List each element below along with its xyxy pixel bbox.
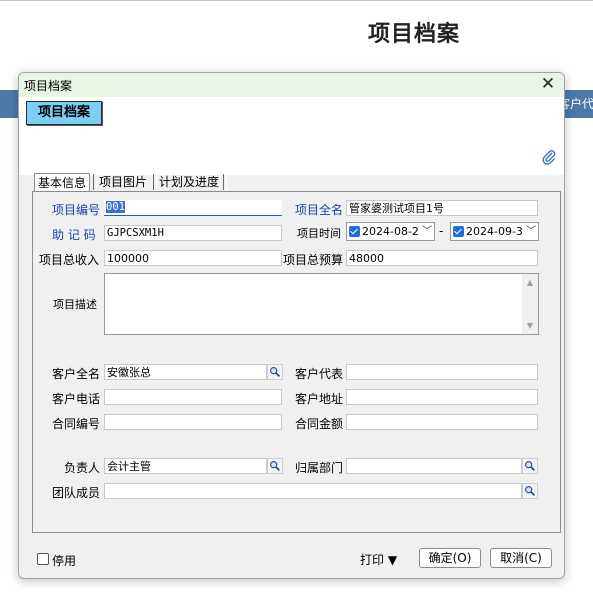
description-label: 项目描述 xyxy=(53,298,97,311)
date-range-separator: - xyxy=(439,224,444,238)
paperclip-icon[interactable] xyxy=(541,149,557,165)
description-scrollbar[interactable]: ▲ ▼ xyxy=(522,274,538,334)
customer-rep-input[interactable] xyxy=(346,364,538,380)
start-date-value: 2024-08-2 xyxy=(362,225,419,238)
magnifier-icon[interactable] xyxy=(267,458,283,474)
customer-phone-label: 客户电话 xyxy=(52,392,101,406)
contract-no-input[interactable] xyxy=(104,414,282,430)
customer-rep-label: 客户代表 xyxy=(295,367,344,381)
scroll-down-arrow-icon[interactable]: ▼ xyxy=(523,321,537,330)
contract-amount-label: 合同金额 xyxy=(295,417,344,431)
project-start-date-picker[interactable]: 2024-08-2 ﹀ xyxy=(346,222,435,241)
cancel-button[interactable]: 取消(C) xyxy=(490,548,552,568)
end-date-checkbox-icon[interactable] xyxy=(453,225,464,237)
chevron-down-icon[interactable]: ﹀ xyxy=(422,223,432,240)
customer-fullname-label: 客户全名 xyxy=(52,367,101,381)
project-fullname-label: 项目全名 xyxy=(295,203,344,217)
customer-address-label: 客户地址 xyxy=(295,392,344,406)
magnifier-icon[interactable] xyxy=(522,483,538,499)
customer-address-input[interactable] xyxy=(346,389,538,405)
project-code-input[interactable]: 001 xyxy=(104,200,282,216)
mnemonic-input[interactable]: GJPCSXM1H xyxy=(104,225,282,241)
total-budget-input[interactable]: 48000 xyxy=(346,250,538,266)
page-title: 项目档案 xyxy=(368,22,461,47)
end-date-value: 2024-09-3 xyxy=(466,225,523,238)
tab-plan-progress[interactable]: 计划及进度 xyxy=(156,173,222,191)
tab-basic-info[interactable]: 基本信息 xyxy=(34,173,91,192)
team-members-input[interactable] xyxy=(104,483,522,499)
dialog-titlebar[interactable]: 项目档案 ✕ xyxy=(19,73,564,97)
dialog-title: 项目档案 xyxy=(24,79,73,93)
project-archive-header-button[interactable]: 项目档案 xyxy=(26,101,102,125)
project-fullname-input[interactable]: 管家婆测试项目1号 xyxy=(346,200,538,216)
owner-input[interactable]: 会计主管 xyxy=(104,458,267,474)
scroll-up-arrow-icon[interactable]: ▲ xyxy=(523,278,537,287)
magnifier-icon[interactable] xyxy=(267,364,283,380)
mnemonic-label: 助 记 码 xyxy=(52,228,96,242)
team-members-label: 团队成员 xyxy=(52,486,101,500)
customer-fullname-input[interactable]: 安徽张总 xyxy=(104,364,267,380)
tab-project-images[interactable]: 项目图片 xyxy=(96,173,150,191)
disable-label: 停用 xyxy=(52,554,77,568)
ok-button[interactable]: 确定(O) xyxy=(419,548,481,568)
page-top-border xyxy=(0,0,593,1)
project-code-value: 001 xyxy=(106,201,125,213)
magnifier-icon[interactable] xyxy=(522,458,538,474)
contract-no-label: 合同编号 xyxy=(52,417,101,431)
department-label: 归属部门 xyxy=(295,461,344,475)
project-time-label: 项目时间 xyxy=(297,227,341,240)
basic-info-panel xyxy=(32,191,561,533)
customer-phone-input[interactable] xyxy=(104,389,282,405)
total-income-input[interactable]: 100000 xyxy=(104,250,282,266)
owner-label: 负责人 xyxy=(64,461,101,475)
chevron-down-icon[interactable]: ﹀ xyxy=(526,223,536,240)
contract-amount-input[interactable] xyxy=(346,414,538,430)
department-input[interactable] xyxy=(346,458,522,474)
project-code-label: 项目编号 xyxy=(52,203,101,217)
start-date-checkbox-icon[interactable] xyxy=(349,225,360,237)
disable-checkbox[interactable] xyxy=(37,553,49,565)
total-income-label: 项目总收入 xyxy=(39,253,100,267)
project-archive-dialog: 项目档案 ✕ 项目档案 基本信息 项目图片 计划及进度 项目编号 001 项目全… xyxy=(18,72,565,579)
project-end-date-picker[interactable]: 2024-09-3 ﹀ xyxy=(450,222,539,241)
print-button[interactable]: 打印 ▼ xyxy=(360,551,397,568)
description-textarea[interactable]: ▲ ▼ xyxy=(104,273,539,335)
total-budget-label: 项目总预算 xyxy=(283,253,344,267)
close-icon[interactable]: ✕ xyxy=(538,74,558,94)
tab-separator xyxy=(223,174,227,190)
